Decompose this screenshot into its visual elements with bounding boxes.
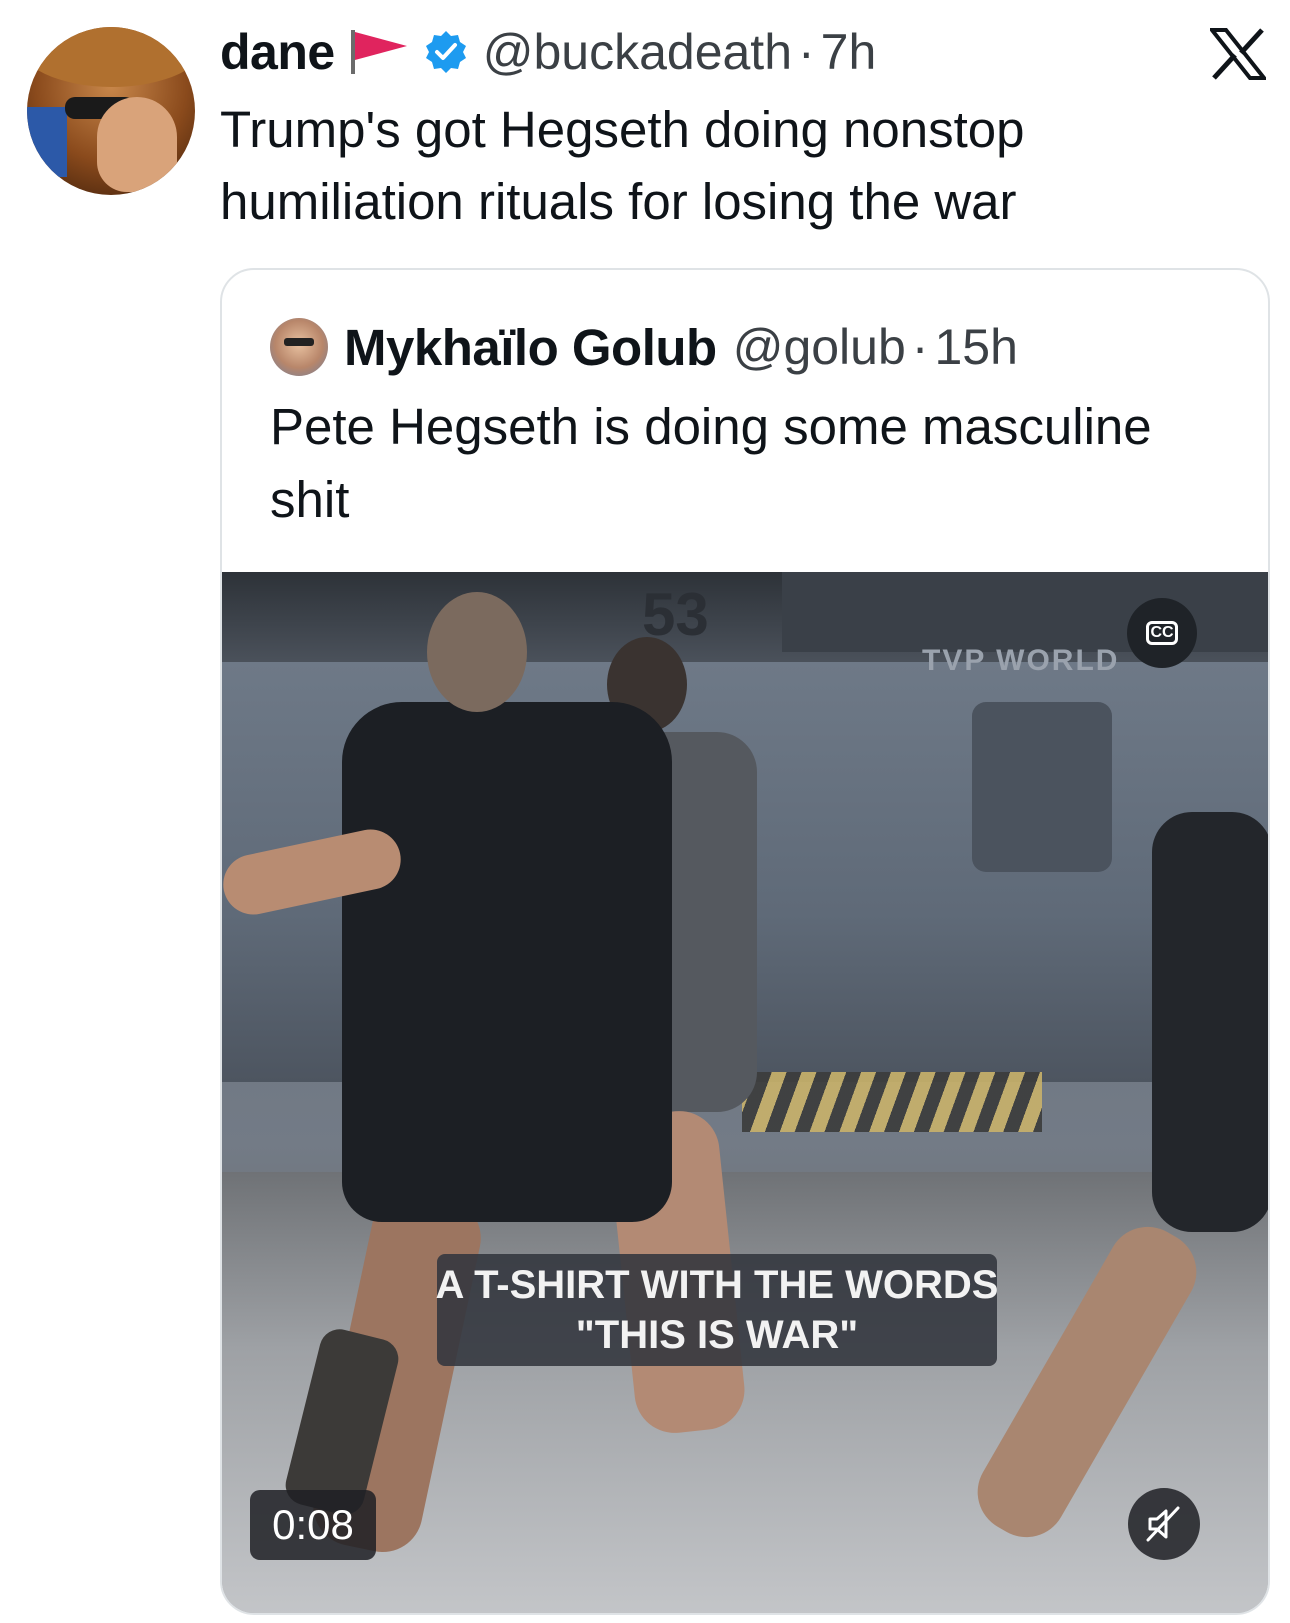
author-handle[interactable]: @buckadeath (483, 23, 792, 81)
quoted-tweet-text: Pete Hegseth is doing some masculine shi… (270, 398, 1152, 528)
hazard-stripes (742, 1072, 1042, 1132)
mute-button[interactable] (1128, 1488, 1200, 1560)
separator-dot: · (798, 24, 815, 80)
channel-watermark: TVP WORLD (922, 644, 1120, 677)
tweet-header: dane @buckadeath · 7h (220, 20, 876, 84)
video-player[interactable]: 53 TVP WORLD CC A T-SHIRT WITH THE WORDS… (222, 572, 1268, 1613)
helicopter-window (972, 702, 1112, 872)
video-timestamp: 0:08 (250, 1490, 376, 1560)
quoted-avatar-glasses (284, 338, 314, 346)
avatar-background (27, 107, 67, 177)
quoted-author-name[interactable]: Mykhaïlo Golub (344, 318, 717, 377)
red-flag-icon (349, 28, 409, 76)
cc-icon: CC (1146, 621, 1178, 645)
muted-speaker-icon (1146, 1506, 1180, 1542)
avatar-hand (97, 97, 177, 192)
verified-badge-icon (423, 29, 469, 75)
video-caption: A T-SHIRT WITH THE WORDS "THIS IS WAR" (435, 1254, 999, 1366)
author-avatar[interactable] (27, 27, 195, 195)
x-logo-icon (1207, 28, 1269, 80)
tweet-text: Trump's got Hegseth doing nonstop humili… (220, 101, 1025, 230)
tweet-time[interactable]: 7h (821, 23, 877, 81)
separator-dot: · (911, 319, 929, 375)
quoted-author-avatar[interactable] (270, 318, 328, 376)
quoted-tweet-card[interactable]: Mykhaïlo Golub @golub · 15h Pete Hegseth… (220, 268, 1270, 1615)
quoted-author-handle[interactable]: @golub (733, 318, 906, 376)
avatar-hat (27, 27, 195, 87)
runner-1-torso (342, 702, 672, 1222)
author-name[interactable]: dane (220, 23, 335, 81)
closed-captions-button[interactable]: CC (1127, 598, 1197, 668)
caption-line-2: "THIS IS WAR" (575, 1313, 859, 1357)
quoted-tweet-header: Mykhaïlo Golub @golub · 15h (270, 316, 1018, 378)
runner-3-torso (1152, 812, 1268, 1232)
quoted-tweet-time[interactable]: 15h (934, 318, 1017, 376)
caption-line-1: A T-SHIRT WITH THE WORDS (435, 1263, 999, 1307)
runner-1-head (427, 592, 527, 712)
